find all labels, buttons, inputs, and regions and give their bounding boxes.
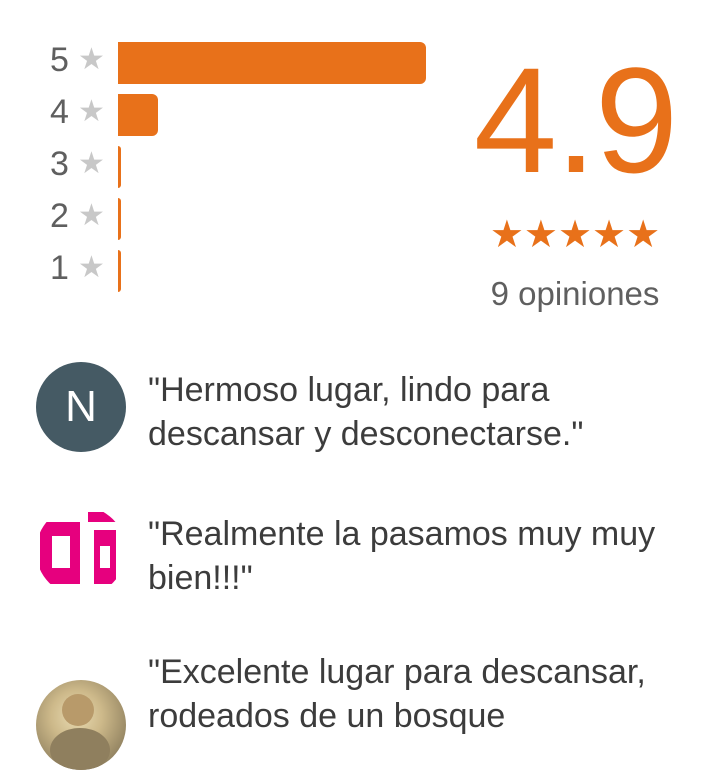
star-level-label: 4 [50, 93, 69, 131]
star-icon: ★ [78, 199, 105, 232]
star-level-label: 1 [50, 249, 69, 287]
histogram-row-5: 5 ★ [0, 38, 440, 84]
star-icon: ★ [78, 147, 105, 180]
profile-photo-icon [50, 694, 110, 770]
avatar[interactable]: N [36, 362, 126, 452]
rating-histogram: 5 ★ 4 ★ 3 ★ 2 ★ 1 ★ [0, 38, 440, 298]
avatar-initial: N [65, 382, 97, 431]
star-level-label: 3 [50, 145, 69, 183]
histogram-bar [118, 94, 158, 136]
review-text: "Hermoso lugar, lindo para descansar y d… [148, 371, 584, 453]
avatar[interactable] [36, 506, 126, 596]
star-icon: ★ [78, 251, 105, 284]
histogram-bar [118, 42, 426, 84]
histogram-row-2: 2 ★ [0, 194, 440, 240]
average-rating: 4.9 [473, 36, 679, 204]
histogram-row-1: 1 ★ [0, 246, 440, 292]
histogram-row-4: 4 ★ [0, 90, 440, 136]
histogram-row-3: 3 ★ [0, 142, 440, 188]
star-icon: ★ [78, 43, 105, 76]
pink-logo-icon [36, 506, 126, 596]
histogram-bar [118, 250, 121, 292]
review-text: "Excelente lugar para descansar, rodeado… [148, 653, 646, 735]
histogram-bar [118, 198, 121, 240]
histogram-bar [118, 146, 121, 188]
star-level-label: 5 [50, 41, 69, 79]
avatar[interactable] [36, 680, 126, 770]
review-count-link[interactable]: 9 opiniones [440, 272, 710, 316]
star-icon: ★ [78, 95, 105, 128]
rating-stars-icon: ★★★★★ [489, 214, 661, 256]
star-level-label: 2 [50, 197, 69, 235]
review-text: "Realmente la pasamos muy muy bien!!!" [148, 515, 656, 597]
